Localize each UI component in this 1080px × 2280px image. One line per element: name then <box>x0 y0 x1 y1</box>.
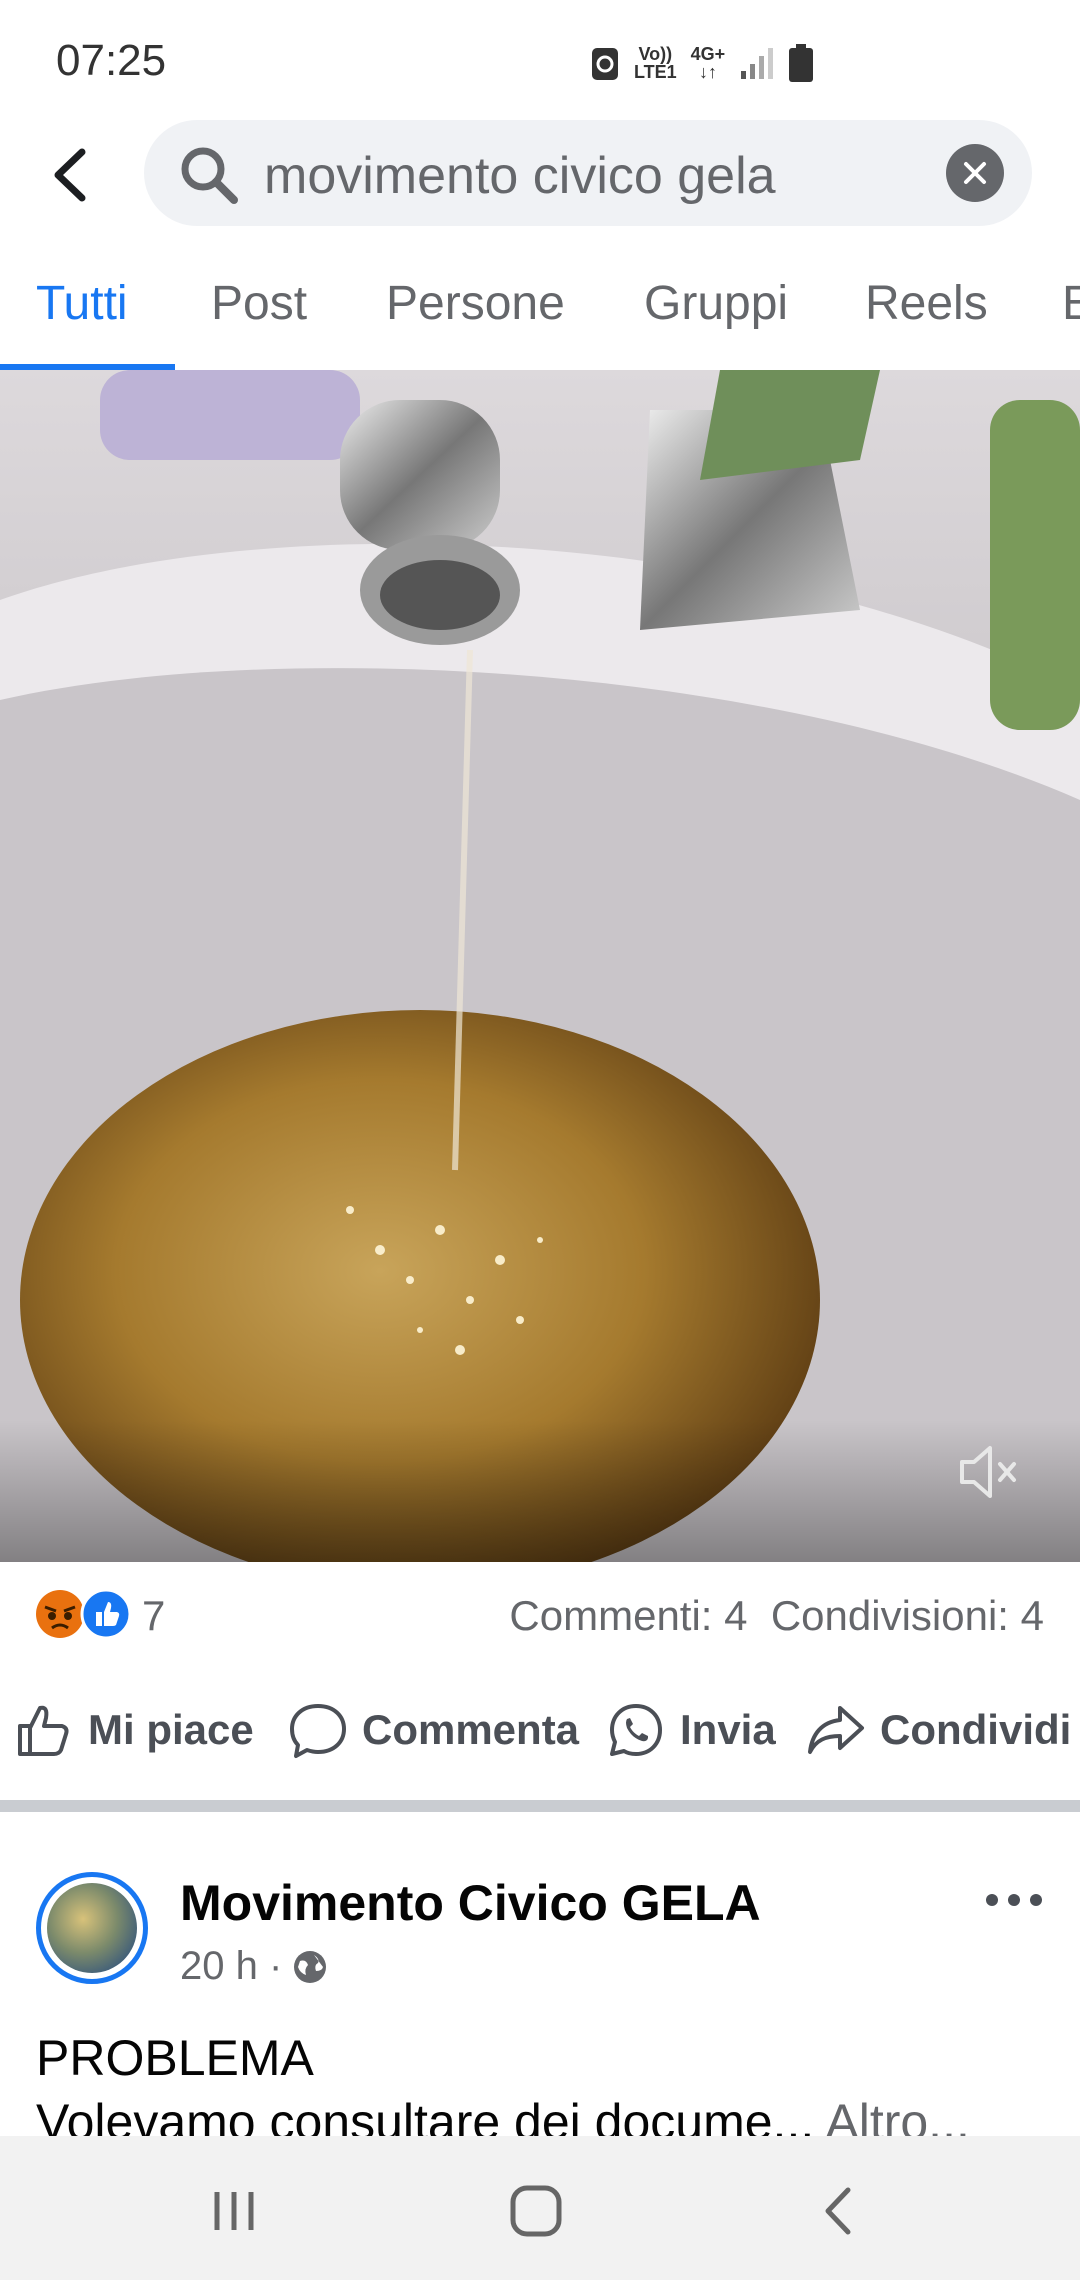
back-button[interactable] <box>40 140 100 210</box>
comments-shares-count[interactable]: Commenti: 4 Condivisioni: 4 <box>509 1592 1044 1640</box>
search-query[interactable]: movimento civico gela <box>264 146 776 206</box>
thumbs-up-icon <box>18 1705 69 1756</box>
reactions-summary[interactable]: 7 Commenti: 4 Condivisioni: 4 <box>0 1562 1080 1662</box>
search-field[interactable]: movimento civico gela <box>144 120 1032 226</box>
close-icon <box>964 162 986 184</box>
home-icon <box>510 2185 562 2237</box>
comment-button[interactable]: Commenta <box>288 1700 579 1760</box>
lte-label: LTE1 <box>634 62 677 82</box>
post-meta: 20 h · <box>180 1944 328 1989</box>
status-time: 07:25 <box>56 36 167 85</box>
volte-indicator: Vo)) LTE1 <box>634 45 677 81</box>
post-options-button[interactable] <box>984 1890 1044 1915</box>
comment-bubble-icon <box>290 1704 346 1758</box>
home-button[interactable] <box>496 2176 576 2246</box>
chevron-left-icon <box>825 2187 851 2235</box>
like-label: Mi piace <box>88 1706 254 1753</box>
system-back-button[interactable] <box>798 2176 878 2246</box>
post-preview-line: Volevamo consultare dei docume... Altro.… <box>36 2090 1046 2140</box>
search-header: movimento civico gela <box>0 120 1080 230</box>
reaction-icons <box>34 1588 132 1640</box>
reaction-count: 7 <box>142 1592 166 1639</box>
avatar-image <box>47 1883 137 1973</box>
page-avatar[interactable] <box>36 1872 148 1984</box>
volte-label: Vo)) <box>638 44 673 64</box>
see-more-link[interactable]: Altro... <box>814 2094 970 2140</box>
shares-count[interactable]: Condivisioni: 4 <box>771 1592 1044 1639</box>
signal-icon <box>741 48 774 79</box>
search-tabs: Tutti Post Persone Gruppi Reels E <box>0 250 1080 371</box>
tab-persone[interactable]: Persone <box>386 276 565 331</box>
tab-post[interactable]: Post <box>211 276 307 331</box>
network-type-indicator: 4G+ ↓↑ <box>691 45 726 81</box>
send-label: Invia <box>680 1706 776 1753</box>
search-icon <box>181 147 238 204</box>
globe-icon <box>294 1950 327 1983</box>
like-reaction-icon <box>80 1588 132 1640</box>
recent-apps-button[interactable] <box>194 2176 274 2246</box>
feed-divider <box>0 1800 1080 1812</box>
network-type-label: 4G+ <box>690 44 726 64</box>
more-horizontal-icon <box>986 1894 1042 1906</box>
share-arrow-icon <box>808 1706 864 1754</box>
angry-reaction-icon <box>36 1590 84 1638</box>
like-button[interactable]: Mi piace <box>14 1700 254 1760</box>
tab-tutti[interactable]: Tutti <box>36 276 128 331</box>
post-title: PROBLEMA <box>36 2030 314 2086</box>
post-header: Movimento Civico GELA 20 h · <box>0 1860 1080 2010</box>
status-icons: Vo)) LTE1 4G+ ↓↑ <box>590 44 814 82</box>
data-arrows-icon: ↓↑ <box>698 62 717 82</box>
comment-label: Commenta <box>362 1706 580 1753</box>
tab-more-partial[interactable]: E <box>1062 276 1080 331</box>
share-button[interactable]: Condividi <box>806 1700 1071 1760</box>
post-text: PROBLEMA Volevamo consultare dei docume.… <box>36 2026 1046 2140</box>
post-video[interactable] <box>0 370 1080 1562</box>
battery-icon <box>789 44 814 82</box>
video-frame <box>0 370 1080 1562</box>
system-nav-bar <box>0 2136 1080 2280</box>
send-whatsapp-button[interactable]: Invia <box>606 1700 776 1760</box>
clear-search-button[interactable] <box>946 144 1004 202</box>
post-author[interactable]: Movimento Civico GELA <box>180 1874 761 1932</box>
share-label: Condividi <box>880 1706 1072 1753</box>
post-preview: Volevamo consultare dei docume... <box>36 2094 815 2140</box>
tab-gruppi[interactable]: Gruppi <box>644 276 788 331</box>
whatsapp-icon <box>610 1704 662 1756</box>
comments-count[interactable]: Commenti: 4 <box>509 1592 747 1639</box>
mute-button[interactable] <box>956 1440 1020 1509</box>
post-time[interactable]: 20 h · <box>180 1944 282 1989</box>
arrow-back-icon <box>54 148 86 202</box>
volume-off-icon <box>960 1446 1016 1498</box>
tab-reels[interactable]: Reels <box>865 276 988 331</box>
recent-apps-icon <box>214 2192 254 2230</box>
post-actions: Mi piace Commenta Invia Condividi <box>0 1680 1080 1780</box>
status-bar: 07:25 Vo)) LTE1 4G+ ↓↑ <box>0 0 1080 120</box>
data-saver-icon <box>592 48 618 80</box>
